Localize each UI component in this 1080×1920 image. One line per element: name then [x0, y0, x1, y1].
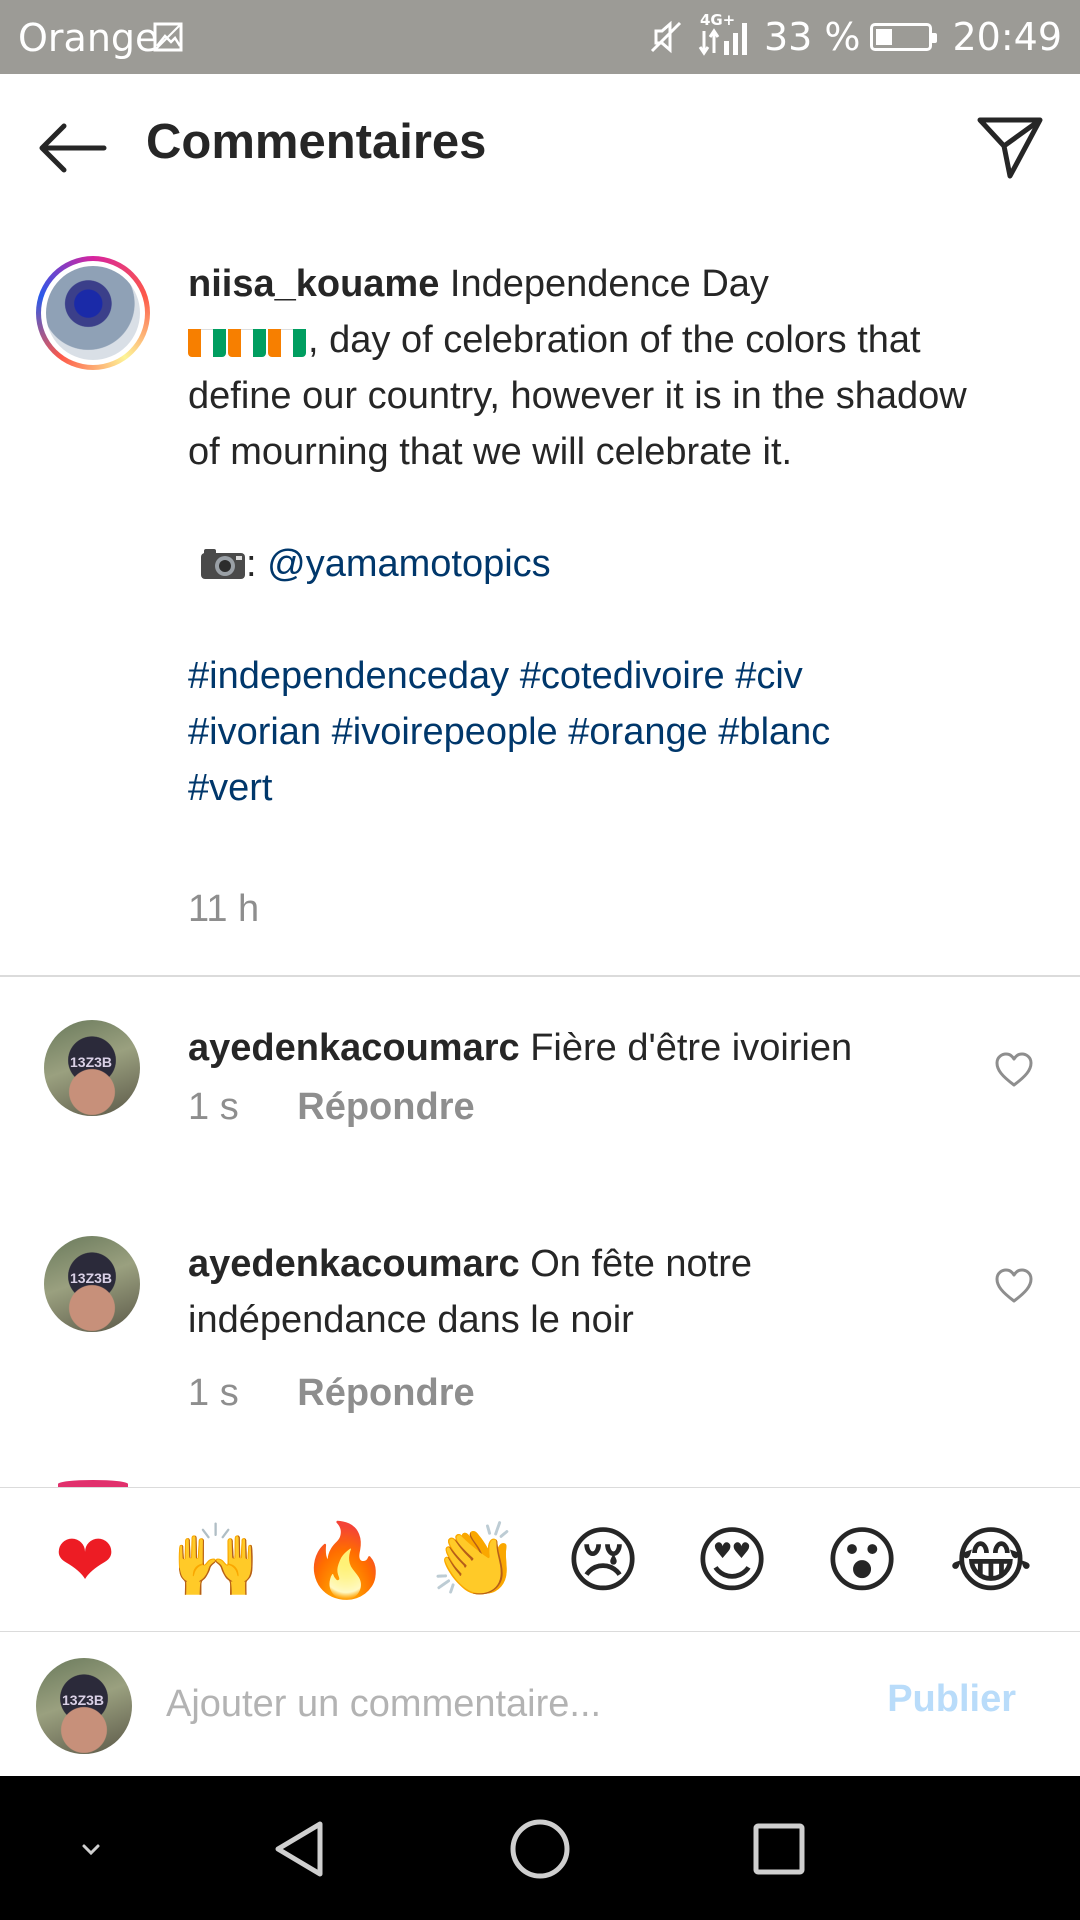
post-caption: niisa_kouame Independence Day , day of c… — [0, 236, 1080, 976]
publish-button[interactable]: Publier — [887, 1678, 1016, 1721]
image-notification-icon — [153, 22, 183, 52]
hashtag-link[interactable]: #ivoirepeople — [332, 711, 558, 753]
camera-emoji-icon — [201, 549, 245, 579]
comment-meta: 1 s Répondre — [188, 1086, 475, 1129]
fire-emoji-button[interactable]: 🔥 — [300, 1516, 390, 1604]
red-heart-emoji-button[interactable]: ❤ — [41, 1516, 129, 1604]
ivory-coast-flags — [188, 319, 308, 361]
comment-time: 1 s — [188, 1372, 239, 1414]
nav-recents-icon[interactable] — [744, 1814, 814, 1884]
hashtag-link[interactable]: #orange — [568, 711, 707, 753]
ivory-coast-flag-emoji — [188, 323, 226, 357]
hashtag-link[interactable]: #cotedivoire — [520, 655, 725, 697]
comment-username[interactable]: ayedenkacoumarc — [188, 1027, 520, 1069]
emoji-reaction-bar: ❤ 🙌 🔥 👏 😢 😍 😮 😂 — [0, 1488, 1080, 1632]
status-bar: Orange 4G+ 33 % 20:49 — [0, 0, 1080, 74]
comment-composer: 13Z3B Publier — [0, 1632, 1080, 1776]
tears-of-joy-emoji-button[interactable]: 😂 — [947, 1516, 1035, 1604]
caption-text: niisa_kouame Independence Day , day of c… — [188, 256, 1008, 816]
ivory-coast-flag-emoji — [228, 323, 266, 357]
network-indicator: 4G+ — [696, 11, 754, 57]
camera-colon: : — [246, 543, 257, 585]
nav-back-icon[interactable] — [266, 1814, 336, 1884]
like-heart-icon[interactable] — [994, 1050, 1034, 1090]
commenter-avatar[interactable]: 13Z3B — [44, 1020, 140, 1116]
back-arrow-icon[interactable] — [34, 118, 110, 178]
commenter-avatar[interactable]: 13Z3B — [44, 1236, 140, 1332]
clock: 20:49 — [952, 15, 1062, 59]
comment-item: 13Z3B ayedenkacoumarc On fête notre indé… — [0, 1236, 1080, 1426]
comment-username[interactable]: ayedenkacoumarc — [188, 1243, 520, 1285]
system-navigation-bar — [0, 1776, 1080, 1920]
author-avatar[interactable] — [36, 256, 150, 370]
hashtag-link[interactable]: #independenceday — [188, 655, 509, 697]
my-avatar: 13Z3B — [36, 1658, 132, 1754]
comment-input[interactable] — [166, 1672, 846, 1736]
comment-meta: 1 s Répondre — [188, 1372, 475, 1415]
caption-username[interactable]: niisa_kouame — [188, 263, 439, 305]
like-heart-icon[interactable] — [994, 1266, 1034, 1306]
reply-button[interactable]: Répondre — [297, 1372, 474, 1414]
comment-time: 1 s — [188, 1086, 239, 1128]
comment-body: Fière d'être ivoirien — [530, 1027, 853, 1069]
send-direct-icon[interactable] — [974, 114, 1046, 182]
caption-intro: Independence Day — [449, 263, 769, 305]
battery-icon — [870, 23, 938, 51]
page-title: Commentaires — [146, 115, 487, 169]
hashtag-link[interactable]: #blanc — [718, 711, 830, 753]
ivory-coast-flag-emoji — [268, 323, 306, 357]
caption-divider — [0, 975, 1080, 977]
crying-face-emoji-button[interactable]: 😢 — [559, 1516, 647, 1604]
header: Commentaires — [0, 74, 1080, 222]
comment-text: ayedenkacoumarc Fière d'être ivoirien — [188, 1020, 948, 1076]
comment-item: 13Z3B ayedenkacoumarc Fière d'être ivoir… — [0, 1020, 1080, 1150]
heart-eyes-emoji-button[interactable]: 😍 — [688, 1516, 776, 1604]
battery-percent: 33 % — [763, 15, 861, 59]
caption-timestamp: 11 h — [188, 888, 260, 930]
carrier-name: Orange — [18, 16, 159, 60]
comment-text: ayedenkacoumarc On fête notre indépendan… — [188, 1236, 948, 1348]
open-mouth-emoji-button[interactable]: 😮 — [818, 1516, 906, 1604]
hashtag-link[interactable]: #civ — [735, 655, 803, 697]
hashtag-link[interactable]: #vert — [188, 767, 272, 809]
reply-button[interactable]: Répondre — [297, 1086, 474, 1128]
mute-icon — [650, 20, 681, 54]
hashtag-link[interactable]: #ivorian — [188, 711, 321, 753]
mention-link[interactable]: @yamamotopics — [267, 543, 551, 585]
nav-home-icon[interactable] — [505, 1814, 575, 1884]
clapping-hands-emoji-button[interactable]: 👏 — [430, 1516, 520, 1604]
chevron-down-icon[interactable] — [56, 1814, 126, 1884]
raising-hands-emoji-button[interactable]: 🙌 — [171, 1516, 261, 1604]
